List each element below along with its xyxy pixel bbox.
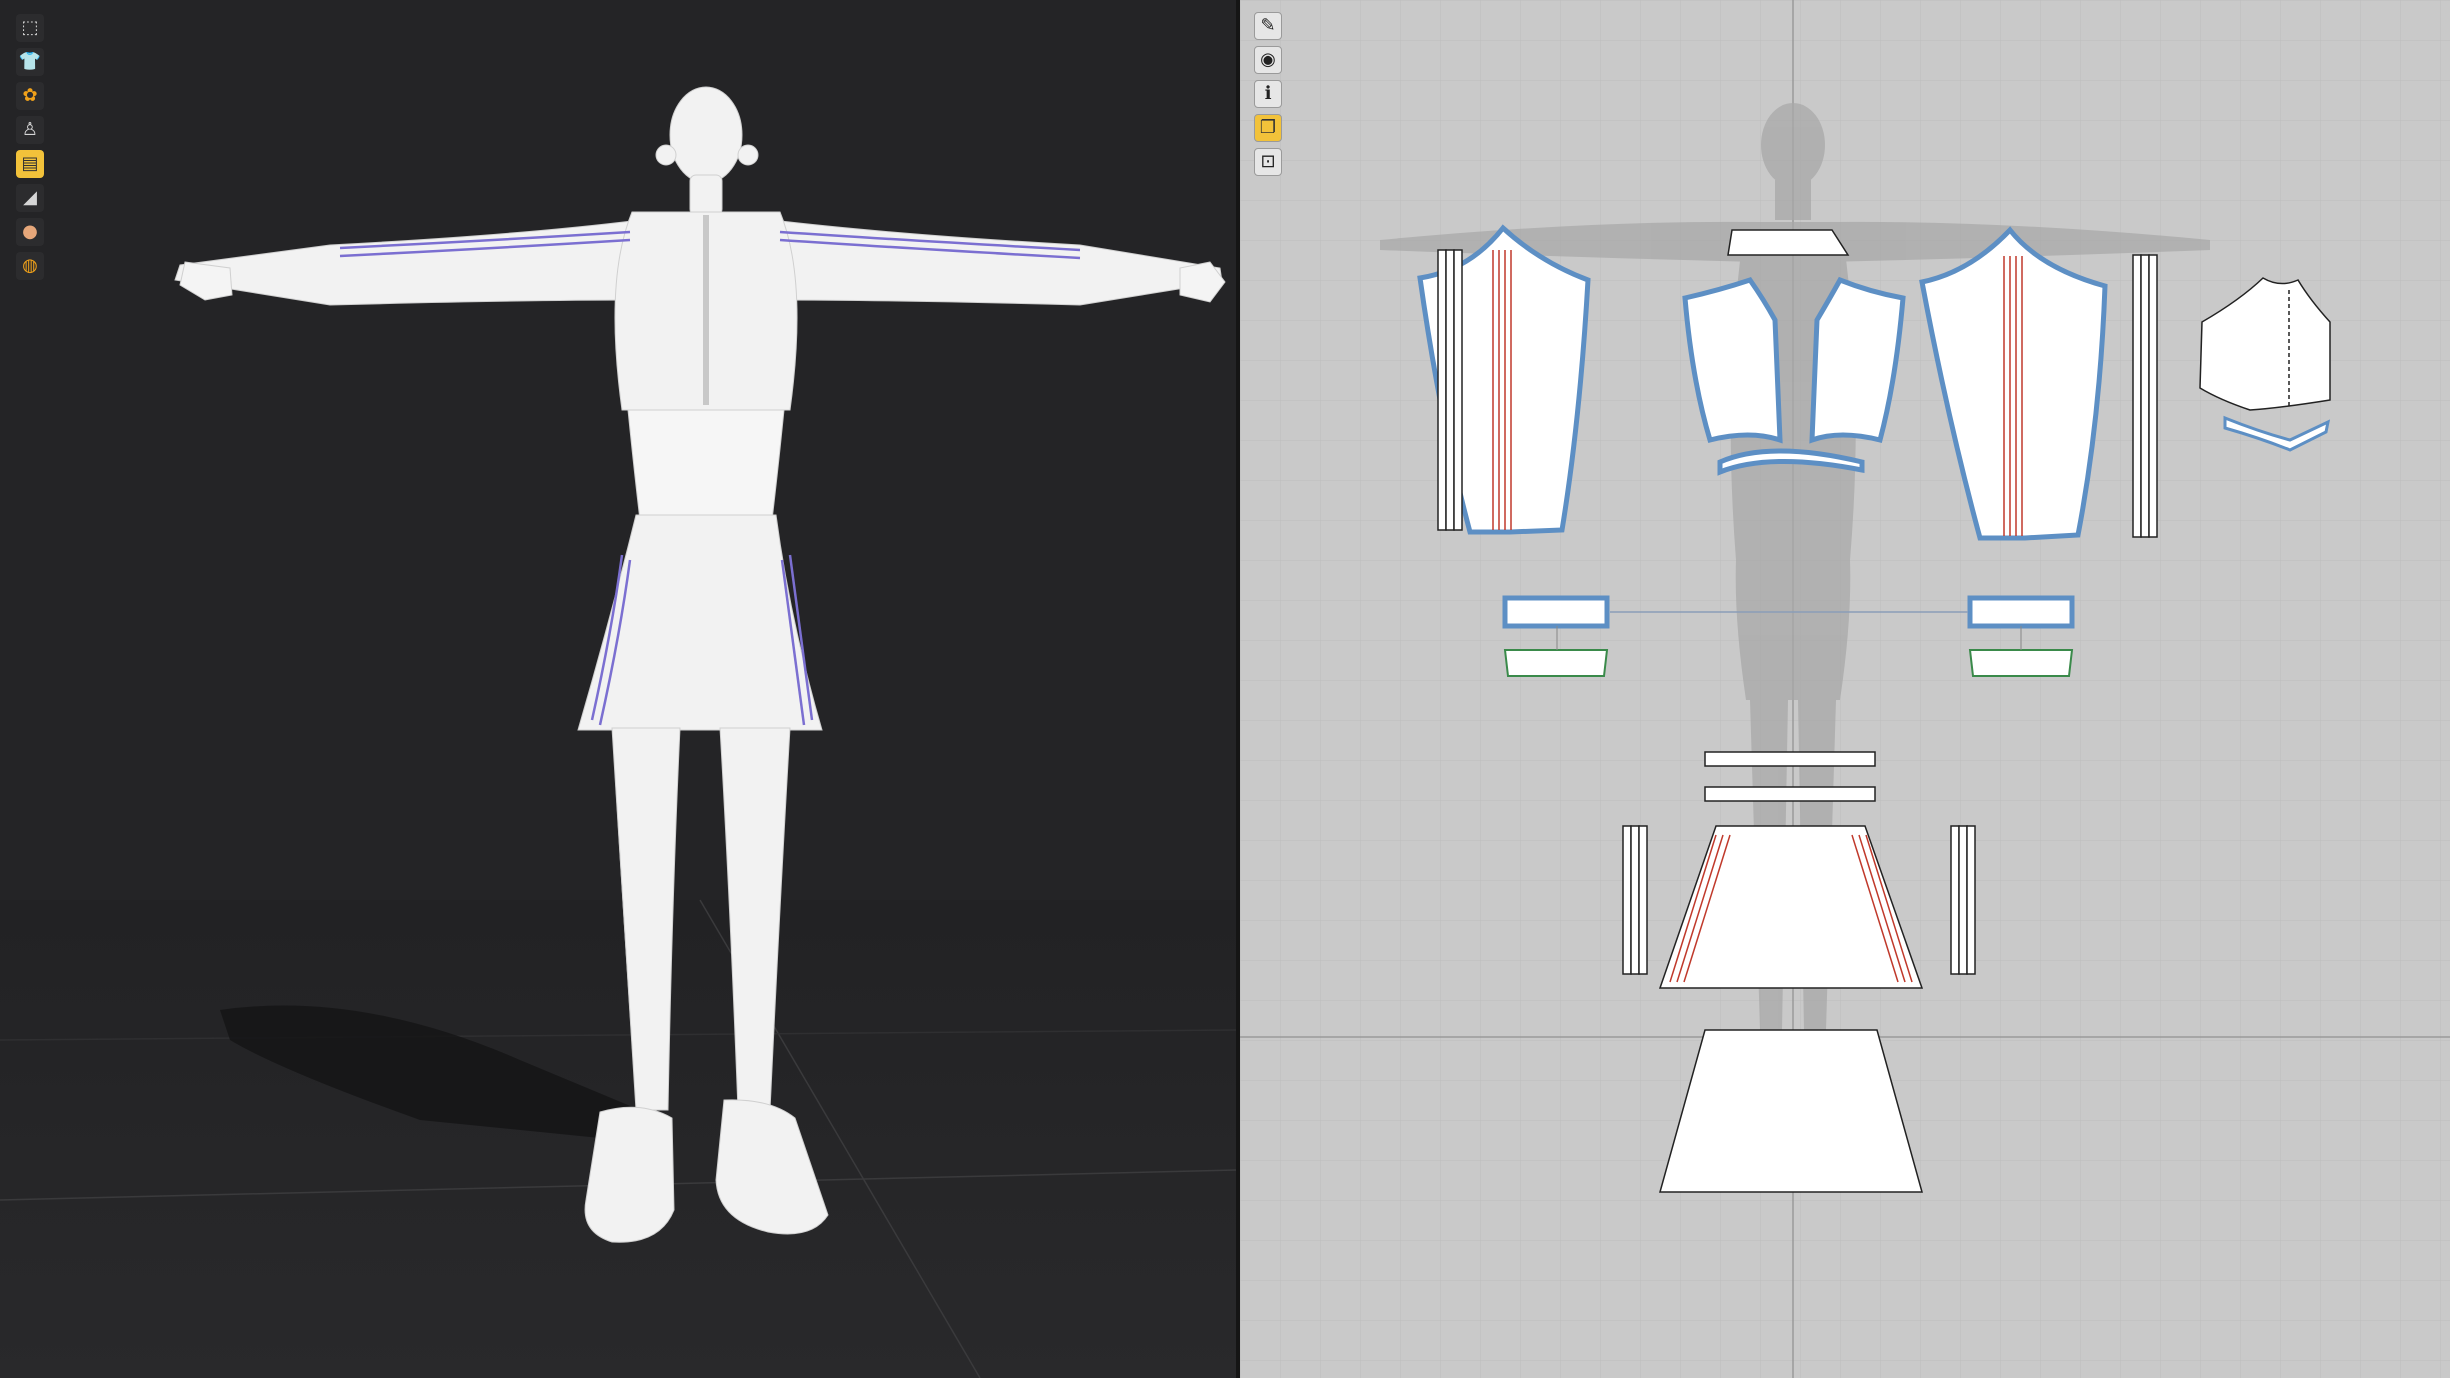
3d-viewport[interactable]: ⬚ 👕 ✿ ♙ ▤ ◢ ● ◍ (0, 0, 1236, 1378)
physics-icon[interactable]: ✿ (16, 82, 44, 110)
garment-icon[interactable]: 👕 (16, 48, 44, 76)
2d-toolbar: ✎ ◉ ℹ ❐ ⊡ (1254, 12, 1282, 176)
fold-icon[interactable]: ❐ (1254, 114, 1282, 142)
avatar-icon[interactable]: ♙ (16, 116, 44, 144)
3d-scene (0, 0, 1236, 1378)
shoe-icon[interactable]: ◢ (16, 184, 44, 212)
show-garment-icon[interactable]: ◉ (1254, 46, 1282, 74)
info-icon[interactable]: ℹ (1254, 80, 1282, 108)
skin-icon[interactable]: ● (16, 218, 44, 246)
fabric-icon[interactable]: ▤ (16, 150, 44, 178)
2d-pattern-canvas (1240, 0, 2450, 1378)
avatar-head (669, 86, 743, 184)
collar-pattern (1727, 229, 1850, 256)
edit-pattern-icon[interactable]: ✎ (1254, 12, 1282, 40)
2d-viewport[interactable] (1240, 0, 2450, 1378)
avatar-neck (689, 174, 723, 216)
app-window: ⬚ 👕 ✿ ♙ ▤ ◢ ● ◍ ✎ ◉ ℹ ❐ ⊡ (0, 0, 2450, 1378)
left-sneaker (584, 1106, 675, 1243)
texture-icon[interactable]: ◍ (16, 252, 44, 280)
skirt-back-pattern (1659, 1029, 1923, 1193)
lock-garment-icon[interactable]: ⊡ (1254, 148, 1282, 176)
3d-toolbar: ⬚ 👕 ✿ ♙ ▤ ◢ ● ◍ (16, 14, 44, 280)
select-icon[interactable]: ⬚ (16, 14, 44, 42)
